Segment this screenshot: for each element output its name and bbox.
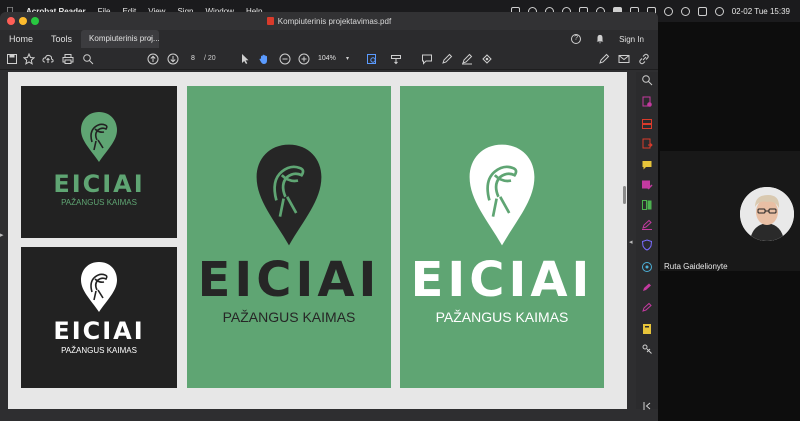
left-panel-toggle-icon[interactable]: ▸ [0,231,4,249]
tab-bar: Home Tools Kompiuterinis proj... × ? Sign… [0,30,658,48]
upload-cloud-icon[interactable] [42,53,54,65]
logo-green-dark-panel: EICIAI PAŽANGUS KAIMAS [187,86,391,388]
spotlight-search-icon[interactable] [680,6,690,16]
notifications-bell-icon[interactable] [595,34,605,44]
logo-dark-green-panel: EICIAI PAŽANGUS KAIMAS [21,86,177,238]
close-tab-icon[interactable]: × [148,30,153,48]
hand-tool-icon[interactable] [258,53,270,65]
window-title-bar: Kompiuterinis projektavimas.pdf [0,12,658,30]
edit-pen-icon[interactable] [598,53,610,65]
bookmark-star-icon[interactable] [23,53,35,65]
collapse-pane-icon[interactable] [641,400,653,412]
pdf-file-icon [266,16,274,25]
participant-name: Ruta Gaidelionyte [664,262,728,271]
comment-icon[interactable] [421,53,433,65]
share-link-icon[interactable] [638,53,650,65]
right-pane-toggle-icon[interactable]: ◂ [629,238,633,246]
zoom-out-icon[interactable] [279,53,291,65]
tab-document[interactable]: Kompiuterinis proj... × [81,30,160,48]
logo-tagline: PAŽANGUS KAIMAS [61,346,137,355]
zoom-dropdown-chevron-icon[interactable]: ▾ [346,53,349,65]
zoom-in-icon[interactable] [298,53,310,65]
find-magnifier-icon[interactable] [82,53,94,65]
logo-dark-white-panel: EICIAI PAŽANGUS KAIMAS [21,247,177,388]
scroll-mode-icon[interactable] [390,53,402,65]
wifi-icon[interactable] [663,6,673,16]
logo-green-white-panel: EICIAI PAŽANGUS KAIMAS [400,86,604,388]
export-pdf-icon[interactable] [641,138,653,150]
email-icon[interactable] [618,53,630,65]
map-pin-flamingo-logo-icon [187,141,391,249]
edit-pdf-icon[interactable] [641,179,653,191]
request-signature-icon[interactable] [641,282,653,294]
help-icon[interactable]: ? [571,34,582,44]
right-tools-pane [636,72,658,412]
save-icon[interactable] [6,53,18,65]
screen: { "menubar": { "app": "Acrobat Reader", … [0,0,800,421]
logo-wordmark: EICIAI [53,170,145,198]
next-page-icon[interactable] [167,53,179,65]
combine-files-icon[interactable] [641,118,653,130]
logo-tagline: PAŽANGUS KAIMAS [222,309,356,325]
previous-page-icon[interactable] [147,53,159,65]
map-pin-flamingo-logo-icon [400,141,604,249]
logo-wordmark: EICIAI [197,252,381,308]
highlight-pen-icon[interactable] [441,53,453,65]
page-total: / 20 [204,55,216,62]
logo-wordmark: EICIAI [53,317,145,345]
stamp-icon[interactable] [481,53,493,65]
logo-tagline: PAŽANGUS KAIMAS [61,198,137,207]
tab-tools[interactable]: Tools [42,30,81,48]
select-cursor-icon[interactable] [239,53,251,65]
tab-home[interactable]: Home [0,30,42,48]
control-center-icon[interactable] [697,6,707,16]
main-toolbar: 8 / 20 104% ▾ [0,48,658,70]
menu-bar-clock[interactable]: 02-02 Tue 15:39 [732,7,790,16]
vertical-scrollbar-thumb[interactable] [623,186,626,204]
comment-tool-icon[interactable] [641,159,653,171]
map-pin-flamingo-logo-icon [21,260,177,314]
logo-wordmark: EICIAI [410,252,594,308]
prepare-form-icon[interactable] [641,323,653,335]
fill-and-sign-icon[interactable] [641,219,653,231]
scan-ocr-icon[interactable] [641,261,653,273]
more-tools-icon[interactable] [641,343,653,355]
protect-shield-icon[interactable] [641,239,653,251]
send-for-comments-icon[interactable] [641,302,653,314]
zoom-magnifier-icon[interactable] [641,74,653,86]
sign-in-button[interactable]: Sign In [619,35,644,44]
zoom-level[interactable]: 104% [318,53,336,65]
create-pdf-icon[interactable] [641,96,653,108]
window-title: Kompiuterinis projektavimas.pdf [0,16,658,26]
window-title-text: Kompiuterinis projektavimas.pdf [277,16,392,26]
logo-tagline: PAŽANGUS KAIMAS [435,309,569,325]
map-pin-flamingo-logo-icon [21,110,177,164]
fill-sign-icon[interactable] [461,53,473,65]
page-display-icon[interactable] [366,53,378,65]
siri-icon[interactable] [714,6,724,16]
tab-bar-right: ? Sign In [571,34,658,44]
participant-avatar [740,187,794,241]
page-number-input[interactable]: 8 [186,53,200,65]
print-icon[interactable] [62,53,74,65]
organize-pages-icon[interactable] [641,199,653,211]
